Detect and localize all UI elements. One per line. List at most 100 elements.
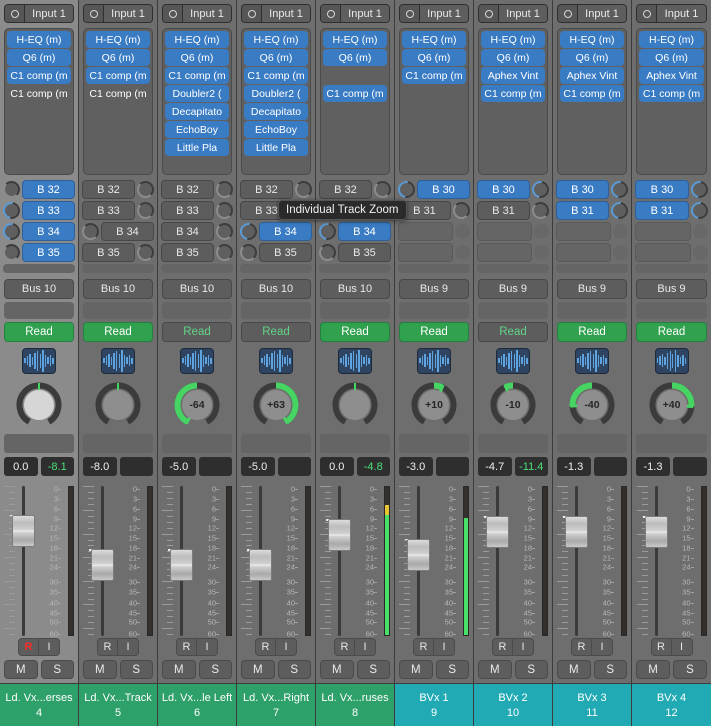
input-monitor-button[interactable]: I xyxy=(276,638,297,657)
send-level-knob[interactable] xyxy=(607,177,632,202)
input-monitor-button[interactable]: I xyxy=(118,638,139,657)
output-selector[interactable]: Bus 9 xyxy=(399,278,469,299)
group-selector[interactable] xyxy=(399,301,469,319)
send-level-knob[interactable] xyxy=(295,181,312,199)
solo-button[interactable]: S xyxy=(514,660,548,680)
track-name-plate[interactable]: BVx 2 10 xyxy=(474,683,552,726)
automation-mode-button[interactable]: Read xyxy=(83,321,153,342)
mute-button[interactable]: M xyxy=(636,660,670,680)
send-level-knob[interactable] xyxy=(528,177,553,202)
send-scroll-bar[interactable] xyxy=(240,264,312,273)
fader-track[interactable] xyxy=(654,486,658,637)
send-scroll-bar[interactable] xyxy=(477,264,549,273)
volume-value[interactable]: -1.3 xyxy=(636,457,670,477)
fader-track[interactable] xyxy=(575,486,578,637)
track-name-plate[interactable]: BVx 3 11 xyxy=(553,683,631,726)
record-arm-button[interactable]: R xyxy=(176,638,197,657)
eq-curve-icon[interactable] xyxy=(180,347,214,374)
fader-track[interactable] xyxy=(496,486,499,637)
insert-slot[interactable]: C1 comp (m xyxy=(7,85,71,102)
send-level-knob[interactable] xyxy=(453,202,470,220)
pan-automation-lane[interactable] xyxy=(399,433,469,454)
solo-button[interactable]: S xyxy=(277,660,311,680)
volume-value[interactable]: -4.7 xyxy=(478,457,512,477)
send-destination[interactable]: B 31 xyxy=(556,201,609,221)
output-selector[interactable]: Bus 10 xyxy=(162,278,232,299)
group-selector[interactable] xyxy=(241,301,311,319)
send-scroll-bar[interactable] xyxy=(398,264,470,273)
automation-mode-button[interactable]: Read xyxy=(320,321,390,342)
record-arm-button[interactable]: R xyxy=(413,638,434,657)
insert-slot[interactable]: H-EQ (m) xyxy=(323,31,387,48)
insert-slot[interactable]: C1 comp (m xyxy=(560,85,624,102)
power-icon[interactable] xyxy=(637,5,657,22)
volume-value[interactable]: -1.3 xyxy=(557,457,591,477)
insert-slot[interactable]: C1 comp (m xyxy=(7,67,71,84)
insert-slot[interactable]: Q6 (m) xyxy=(244,49,308,66)
track-name-plate[interactable]: Ld. Vx...le Left 6 xyxy=(158,683,236,726)
volume-value[interactable]: -8.0 xyxy=(83,457,117,477)
record-arm-button[interactable]: R xyxy=(571,638,592,657)
insert-slot[interactable]: Doubler2 ( xyxy=(244,85,308,102)
power-icon[interactable] xyxy=(479,5,499,22)
send-level-knob[interactable] xyxy=(236,219,261,244)
send-destination[interactable]: B 34 xyxy=(259,222,312,242)
group-selector[interactable] xyxy=(557,301,627,319)
track-name-plate[interactable]: Ld. Vx...Track 5 xyxy=(79,683,157,726)
insert-slot[interactable]: C1 comp (m xyxy=(481,85,545,102)
fader-zone[interactable] xyxy=(83,486,121,637)
fader-handle[interactable] xyxy=(249,549,272,582)
fader-handle[interactable] xyxy=(12,514,35,547)
input-monitor-button[interactable]: I xyxy=(39,638,60,657)
fader-handle[interactable] xyxy=(486,516,509,549)
mute-button[interactable]: M xyxy=(320,660,354,680)
send-destination[interactable]: B 32 xyxy=(319,180,372,200)
group-selector[interactable] xyxy=(162,301,232,319)
pan-knob[interactable]: +63 xyxy=(253,382,299,428)
send-scroll-bar[interactable] xyxy=(3,264,75,273)
fader-zone[interactable] xyxy=(320,486,358,637)
input-selector-button[interactable]: Input 1 xyxy=(320,4,390,23)
send-destination[interactable]: B 32 xyxy=(161,180,214,200)
send-destination[interactable]: B 30 xyxy=(635,180,689,200)
fader-zone[interactable] xyxy=(557,486,595,637)
output-selector[interactable]: Bus 10 xyxy=(320,278,390,299)
solo-button[interactable]: S xyxy=(673,660,707,680)
volume-value[interactable]: -3.0 xyxy=(399,457,433,477)
insert-slot[interactable]: Decapitato xyxy=(244,103,308,120)
record-arm-button[interactable]: R xyxy=(492,638,513,657)
automation-mode-button[interactable]: Read xyxy=(399,321,469,342)
input-selector-button[interactable]: Input 1 xyxy=(557,4,627,23)
volume-value[interactable]: 0.0 xyxy=(4,457,38,477)
peak-value[interactable]: -4.8 xyxy=(356,457,390,477)
insert-slot[interactable]: H-EQ (m) xyxy=(560,31,624,48)
solo-button[interactable]: S xyxy=(593,660,627,680)
insert-slot[interactable]: Q6 (m) xyxy=(86,49,150,66)
track-name-plate[interactable]: Ld. Vx...erses 4 xyxy=(0,683,78,726)
send-level-knob[interactable] xyxy=(216,181,233,199)
insert-slot[interactable]: H-EQ (m) xyxy=(639,31,704,48)
power-icon[interactable] xyxy=(321,5,341,22)
send-level-knob[interactable] xyxy=(315,219,340,244)
mute-button[interactable]: M xyxy=(399,660,433,680)
send-destination[interactable]: B 34 xyxy=(101,222,154,242)
send-destination[interactable]: B 30 xyxy=(417,180,470,200)
record-arm-button[interactable]: R xyxy=(334,638,355,657)
group-selector[interactable] xyxy=(320,301,390,319)
pan-knob[interactable] xyxy=(16,382,62,428)
automation-mode-button[interactable]: Read xyxy=(636,321,707,342)
power-icon[interactable] xyxy=(242,5,262,22)
fader-zone[interactable] xyxy=(399,486,437,637)
pan-automation-lane[interactable] xyxy=(162,433,232,454)
fader-handle[interactable] xyxy=(91,549,114,582)
send-destination[interactable]: B 31 xyxy=(477,201,530,221)
insert-slot[interactable]: C1 comp (m xyxy=(323,85,387,102)
track-name-plate[interactable]: BVx 4 12 xyxy=(632,683,711,726)
insert-slot[interactable]: H-EQ (m) xyxy=(481,31,545,48)
send-level-knob[interactable] xyxy=(319,244,336,262)
insert-slot[interactable]: C1 comp (m xyxy=(402,67,466,84)
solo-button[interactable]: S xyxy=(40,660,74,680)
send-level-knob[interactable] xyxy=(137,202,154,220)
solo-button[interactable]: S xyxy=(356,660,390,680)
pan-automation-lane[interactable] xyxy=(320,433,390,454)
